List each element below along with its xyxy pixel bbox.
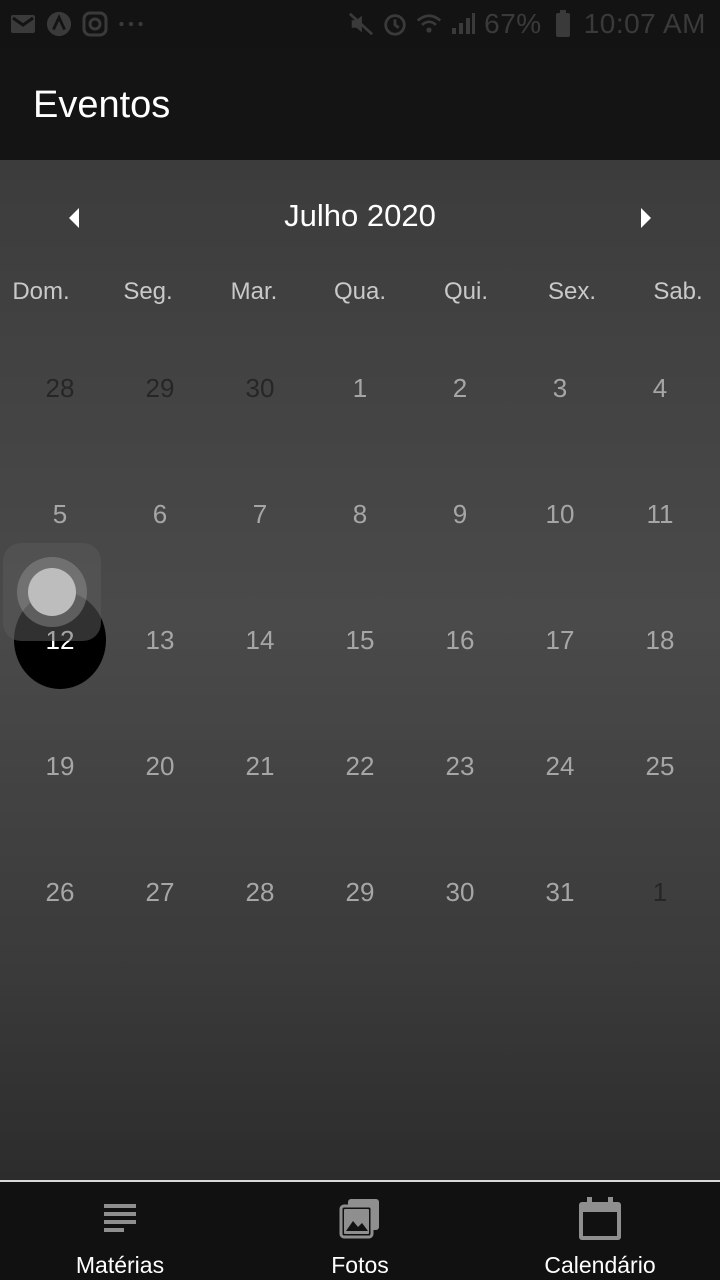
day-cell[interactable]: 1	[310, 338, 410, 438]
day-number: 16	[445, 624, 475, 655]
photos-icon	[240, 1194, 480, 1242]
day-number: 22	[345, 750, 375, 781]
nav-label-materias: Matérias	[75, 1252, 165, 1278]
day-number: 19	[45, 750, 75, 781]
alarm-icon	[382, 11, 408, 37]
day-number: 1	[652, 876, 668, 907]
day-cell[interactable]: 10	[510, 464, 610, 564]
day-number: 24	[545, 750, 575, 781]
day-cell[interactable]: 11	[610, 464, 710, 564]
day-number: 18	[645, 624, 675, 655]
day-grid: 2829301234567891011121314151617181920212…	[0, 160, 720, 1180]
day-cell[interactable]: 28	[10, 338, 110, 438]
day-cell[interactable]: 24	[510, 716, 610, 816]
status-system: 67% 10:07 AM	[348, 8, 706, 40]
signal-icon	[450, 11, 476, 37]
day-cell[interactable]: 22	[310, 716, 410, 816]
day-cell[interactable]: 25	[610, 716, 710, 816]
day-number: 10	[545, 498, 575, 529]
app-bar: Eventos	[0, 48, 720, 160]
day-cell[interactable]: 3	[510, 338, 610, 438]
assistive-touch-icon	[28, 568, 76, 616]
day-number: 1	[352, 372, 368, 403]
day-cell[interactable]: 9	[410, 464, 510, 564]
day-number: 29	[345, 876, 375, 907]
day-number: 4	[652, 372, 668, 403]
day-cell[interactable]: 20	[110, 716, 210, 816]
list-icon	[0, 1194, 240, 1242]
calendar-icon	[480, 1194, 720, 1242]
day-number: 15	[345, 624, 375, 655]
day-number: 11	[646, 498, 674, 529]
day-number: 2	[452, 372, 468, 403]
day-cell[interactable]: 18	[610, 590, 710, 690]
day-cell[interactable]: 27	[110, 842, 210, 942]
day-cell[interactable]: 30	[210, 338, 310, 438]
day-cell[interactable]: 13	[110, 590, 210, 690]
assistive-touch-ring	[17, 557, 87, 627]
day-number: 9	[452, 498, 468, 529]
day-cell[interactable]: 2	[410, 338, 510, 438]
day-cell[interactable]: 14	[210, 590, 310, 690]
day-cell[interactable]: 31	[510, 842, 610, 942]
app-notification-icon	[46, 11, 72, 37]
day-number: 29	[145, 372, 175, 403]
day-number: 6	[152, 498, 168, 529]
day-number: 13	[145, 624, 175, 655]
day-number: 5	[52, 498, 68, 529]
calendar: Julho 2020 Dom. Seg. Mar. Qua. Qui. Sex. Sab. …	[0, 160, 720, 1180]
day-number: 28	[45, 372, 75, 403]
day-cell[interactable]: 29	[110, 338, 210, 438]
day-number: 26	[45, 876, 75, 907]
day-cell[interactable]: 15	[310, 590, 410, 690]
day-number: 30	[445, 876, 475, 907]
day-number: 27	[145, 876, 175, 907]
day-number: 30	[245, 372, 275, 403]
day-cell[interactable]: 21	[210, 716, 310, 816]
day-cell[interactable]: 7	[210, 464, 310, 564]
gmail-icon	[10, 11, 36, 37]
day-number: 23	[445, 750, 475, 781]
status-notifications	[10, 10, 144, 38]
day-number: 31	[545, 876, 575, 907]
screen: 67% 10:07 AM Eventos Julho 2020 Dom. Seg.…	[0, 0, 720, 1280]
day-cell[interactable]: 29	[310, 842, 410, 942]
day-cell[interactable]: 23	[410, 716, 510, 816]
more-notifications-icon	[118, 11, 144, 37]
day-number: 20	[145, 750, 175, 781]
day-number: 25	[645, 750, 675, 781]
battery-icon	[550, 10, 576, 37]
assistive-touch-button[interactable]	[3, 543, 101, 641]
status-bar: 67% 10:07 AM	[0, 0, 720, 48]
day-number: 21	[245, 750, 275, 781]
status-time: 10:07 AM	[583, 8, 706, 39]
day-cell[interactable]: 17	[510, 590, 610, 690]
day-cell[interactable]: 8	[310, 464, 410, 564]
day-number: 3	[552, 372, 568, 403]
day-number: 17	[545, 624, 575, 655]
page-title: Eventos	[33, 84, 171, 126]
day-cell[interactable]: 28	[210, 842, 310, 942]
day-cell[interactable]: 19	[10, 716, 110, 816]
wifi-icon	[416, 11, 442, 37]
battery-percent: 67%	[484, 8, 542, 39]
day-cell[interactable]: 6	[110, 464, 210, 564]
bottom-navigation: Matérias Fotos Calendário	[0, 1180, 720, 1280]
nav-label-calendario: Calendário	[544, 1252, 656, 1278]
day-cell[interactable]: 4	[610, 338, 710, 438]
day-number: 28	[245, 876, 275, 907]
day-number: 7	[252, 498, 268, 529]
mute-icon	[348, 11, 374, 37]
nav-item-fotos[interactable]: Fotos	[240, 1182, 480, 1280]
day-cell[interactable]: 1	[610, 842, 710, 942]
day-number: 8	[352, 498, 368, 529]
day-cell[interactable]: 30	[410, 842, 510, 942]
nav-item-materias[interactable]: Matérias	[0, 1182, 240, 1280]
day-cell[interactable]: 16	[410, 590, 510, 690]
instagram-icon	[82, 11, 108, 37]
day-cell[interactable]: 26	[10, 842, 110, 942]
day-number: 14	[245, 624, 275, 655]
nav-item-calendario[interactable]: Calendário	[480, 1182, 720, 1280]
nav-label-fotos: Fotos	[331, 1252, 389, 1278]
